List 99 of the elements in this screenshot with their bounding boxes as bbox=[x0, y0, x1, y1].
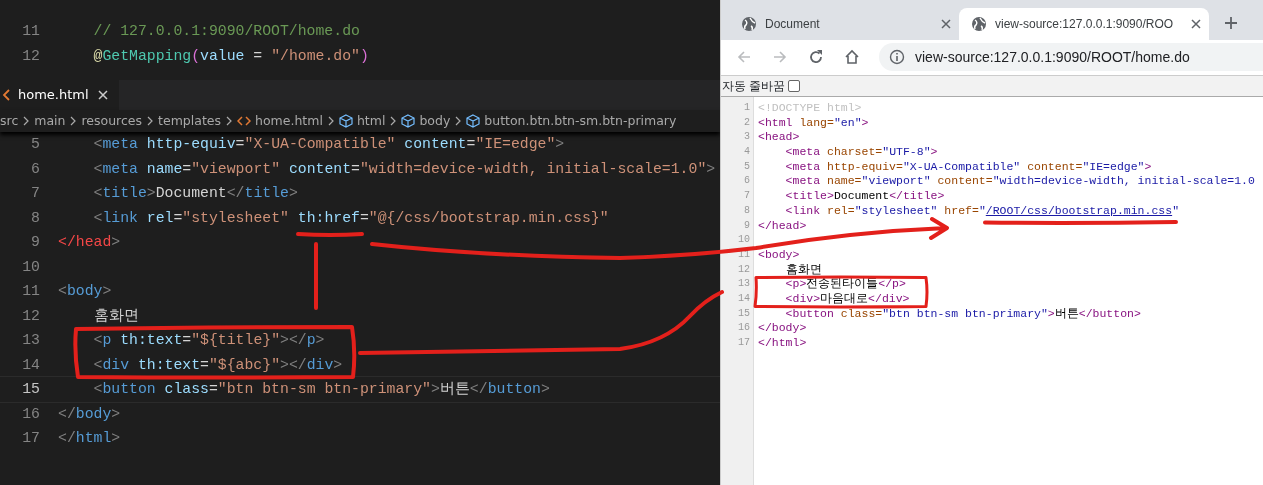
line-number: 16 bbox=[737, 321, 750, 336]
code-line: <title>Document</title> bbox=[93, 184, 298, 203]
line-number: 7 bbox=[743, 189, 750, 204]
line-number: 7 bbox=[30, 184, 40, 203]
close-icon bbox=[941, 19, 951, 29]
line-number: 11 bbox=[21, 22, 40, 41]
line-number: 9 bbox=[30, 233, 40, 252]
underline-mark bbox=[296, 232, 364, 237]
cube-icon bbox=[401, 114, 416, 128]
code-line: </html> bbox=[58, 429, 121, 448]
code-line: 홈화면 bbox=[93, 306, 139, 326]
code-line: <meta name="viewport" content="width=device-width, initial-scale=1.0"> bbox=[93, 159, 716, 179]
line-number: 5 bbox=[743, 159, 750, 174]
chevron-icon bbox=[22, 115, 31, 127]
breadcrumb-item[interactable]: src bbox=[0, 111, 19, 131]
line-number: 12 bbox=[21, 306, 40, 326]
cube-icon bbox=[338, 114, 353, 128]
breadcrumb-item[interactable]: home.html bbox=[255, 111, 323, 131]
line-number: 17 bbox=[737, 336, 750, 350]
line-number: 12 bbox=[737, 262, 750, 277]
code-line: // 127.0.0.1:9090/ROOT/home.do bbox=[93, 22, 360, 41]
line-number: 6 bbox=[30, 159, 40, 179]
source-line: <div>마음대로</div> bbox=[785, 291, 910, 307]
close-icon bbox=[1191, 19, 1201, 29]
line-number: 13 bbox=[21, 331, 40, 350]
leader-line bbox=[314, 242, 318, 310]
breadcrumb-item[interactable]: resources bbox=[81, 111, 143, 131]
code-line: <meta http-equiv="X-UA-Compatible" content="IE=edge"> bbox=[93, 135, 565, 154]
line-number: 2 bbox=[743, 115, 750, 130]
source-line: <button class="btn btn-sm btn-primary">버튼</button> bbox=[785, 306, 1141, 322]
breadcrumb-item[interactable]: main bbox=[34, 111, 66, 131]
source-line: <title>Document</title> bbox=[785, 189, 945, 204]
code-line: </body> bbox=[58, 404, 121, 424]
line-number: 14 bbox=[737, 291, 750, 306]
close-icon bbox=[96, 89, 109, 101]
line-number: 15 bbox=[21, 380, 40, 399]
source-line: <meta http-equiv="X-UA-Compatible" content="IE=edge"> bbox=[785, 159, 1152, 175]
line-number: 12 bbox=[21, 46, 40, 66]
breadcrumb-item[interactable]: body bbox=[419, 111, 451, 131]
code-icon bbox=[237, 115, 251, 127]
url-text: view-source:127.0.0.1:9090/ROOT/home.do bbox=[915, 47, 1190, 67]
address-bar[interactable]: view-source:127.0.0.1:9090/ROOT/home.do bbox=[879, 43, 1263, 71]
line-number: 5 bbox=[30, 135, 40, 154]
line-number: 17 bbox=[21, 429, 40, 448]
line-number: 6 bbox=[743, 174, 750, 189]
source-line: <meta name="viewport" content="width=device-width, initial-scale=1.0 bbox=[785, 174, 1255, 190]
source-line: <head> bbox=[758, 130, 800, 146]
wrap-label: 자동 줄바꿈 bbox=[722, 78, 786, 95]
source-line: </html> bbox=[758, 336, 807, 351]
code-line: <p th:text="${title}"></p> bbox=[93, 331, 325, 350]
code-line: <button class="btn btn-sm btn-primary">버튼</button> bbox=[93, 380, 550, 399]
source-line: </body> bbox=[758, 321, 807, 336]
line-number: 11 bbox=[21, 282, 40, 301]
code-line: <div th:text="${abc}"></div> bbox=[93, 355, 343, 375]
html-file-icon bbox=[2, 89, 10, 101]
line-number: 10 bbox=[21, 257, 40, 277]
line-number: 8 bbox=[30, 208, 40, 228]
line-number: 9 bbox=[743, 218, 750, 233]
reload-icon[interactable] bbox=[808, 49, 824, 65]
source-line: <link rel="stylesheet" href="/ROOT/css/bootstrap.min.css" bbox=[785, 203, 1180, 219]
chevron-icon bbox=[146, 115, 155, 127]
line-number: 8 bbox=[743, 203, 750, 218]
code-line: </head> bbox=[58, 233, 121, 252]
source-line: <meta charset="UTF-8"> bbox=[785, 145, 938, 160]
source-line: </head> bbox=[758, 218, 807, 234]
home-icon[interactable] bbox=[844, 49, 860, 65]
chevron-icon bbox=[225, 115, 233, 127]
breadcrumb-item[interactable]: html bbox=[356, 111, 386, 131]
line-number: 1 bbox=[743, 101, 750, 115]
line-number: 10 bbox=[737, 233, 750, 248]
wrap-checkbox[interactable] bbox=[788, 80, 801, 92]
globe-icon bbox=[741, 16, 757, 32]
line-number: 4 bbox=[743, 145, 750, 160]
chevron-icon bbox=[454, 115, 463, 127]
editor-tab[interactable]: home.html bbox=[0, 80, 119, 110]
code-line: <body> bbox=[58, 282, 112, 301]
source-line: <p>전송된타이틀</p> bbox=[785, 277, 906, 292]
line-number: 16 bbox=[21, 404, 40, 424]
code-line: @GetMapping(value = "/home.do") bbox=[93, 46, 369, 66]
chevron-icon bbox=[389, 115, 398, 127]
browser-tab[interactable]: view-source:127.0.0.1:9090/ROO bbox=[959, 8, 1209, 40]
chevron-icon bbox=[326, 115, 335, 127]
line-number: 13 bbox=[737, 277, 750, 292]
source-line: <html lang="en"> bbox=[758, 115, 869, 131]
breadcrumb-item[interactable]: templates bbox=[158, 111, 221, 131]
line-number: 14 bbox=[21, 355, 40, 375]
source-line: 홈화면 bbox=[785, 262, 822, 278]
info-icon bbox=[889, 49, 905, 65]
code-line: <link rel="stylesheet" th:href="@{/css/bootstrap.min.css}" bbox=[93, 208, 609, 228]
breadcrumb-item[interactable]: button.btn.btn-sm.btn-primary bbox=[484, 111, 677, 131]
line-number: 15 bbox=[737, 306, 750, 321]
source-line: <!DOCTYPE html> bbox=[758, 101, 862, 116]
line-number: 3 bbox=[743, 130, 750, 145]
cube-icon bbox=[466, 114, 481, 128]
browser-tab[interactable]: Document bbox=[729, 8, 959, 40]
globe-icon bbox=[971, 16, 987, 32]
source-line: <body> bbox=[758, 247, 800, 263]
new-tab-icon[interactable] bbox=[1224, 15, 1238, 30]
chevron-icon bbox=[69, 115, 78, 127]
